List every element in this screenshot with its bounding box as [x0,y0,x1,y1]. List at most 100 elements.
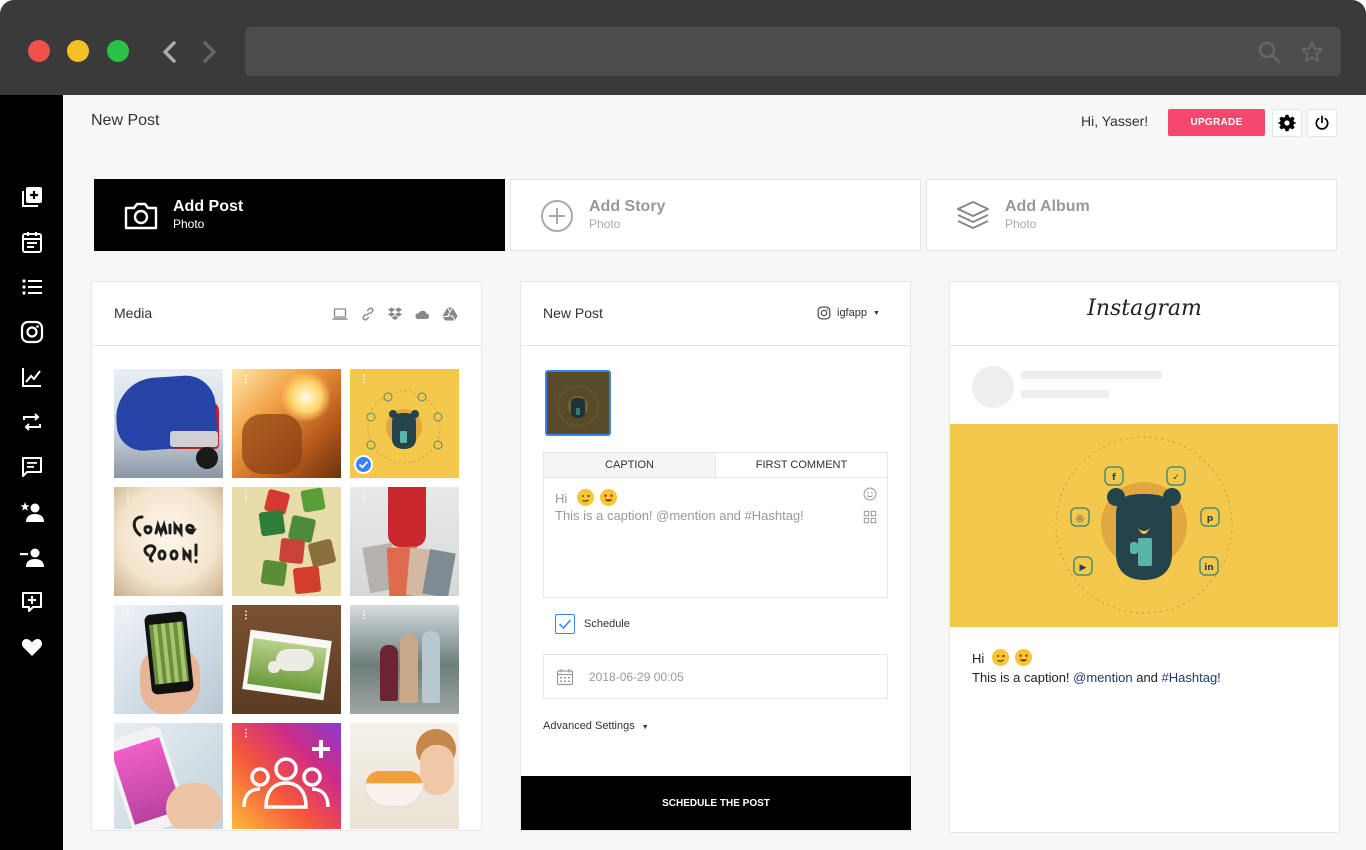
tab-add-album[interactable]: Add Album Photo [926,179,1337,251]
add-comment-icon[interactable] [20,590,44,614]
more-icon[interactable]: ⋮ [241,375,251,385]
instagram-icon[interactable] [20,320,44,344]
location-placeholder [1021,390,1109,398]
media-thumb-sheep-photo[interactable]: ⋮ [232,605,341,714]
maximize-window-button[interactable] [107,40,129,62]
lettering-illustration [132,515,198,564]
media-thumb-street-fashion[interactable]: ⋮ [350,605,459,714]
address-bar[interactable] [245,27,1341,76]
logout-button[interactable] [1307,109,1337,137]
bear-logo-large: f ✓ ◎ p ▶ in [1055,436,1233,614]
media-thumb-car-interior[interactable]: ⋮ [232,369,341,478]
camera-icon [124,202,158,230]
laptop-icon[interactable] [332,306,348,322]
selected-check-icon [354,455,373,474]
forward-icon[interactable] [199,40,219,64]
more-icon[interactable]: ⋮ [241,493,251,503]
add-post-icon[interactable] [20,185,44,209]
calendar-icon[interactable] [20,230,44,254]
settings-button[interactable] [1272,109,1302,137]
heart-icon[interactable] [20,635,44,659]
onedrive-icon[interactable] [414,306,430,322]
tab-add-post[interactable]: Add Post Photo [94,179,505,251]
more-icon[interactable]: ⋮ [123,611,133,621]
tab-add-story[interactable]: Add Story Photo [510,179,921,251]
link-icon[interactable] [360,306,376,322]
media-thumb-shopping-bags[interactable]: ⋮ [350,487,459,596]
more-icon[interactable]: ⋮ [123,493,133,503]
selected-media-thumb[interactable] [545,370,611,436]
google-drive-icon[interactable] [442,306,458,322]
dropbox-icon[interactable] [387,306,403,322]
wink-emoji-icon [991,649,1009,666]
plus-circle-icon [541,200,573,232]
page-title: New Post [91,112,160,129]
account-selector[interactable]: igfapp ▼ [817,306,880,320]
media-thumb-car[interactable] [114,369,223,478]
more-icon[interactable]: ⋮ [241,729,251,739]
preview-hashtag-link[interactable]: #Hashtag! [1162,670,1221,685]
caret-down-icon: ▼ [872,309,880,317]
emoji-picker-icon[interactable] [863,487,877,501]
svg-text:f: f [1112,473,1116,483]
tab-first-comment[interactable]: FIRST COMMENT [716,453,887,477]
schedule-date-input[interactable]: 2018-06-29 00:05 [543,654,888,699]
media-thumb-social-cubes[interactable]: ⋮ [232,487,341,596]
main-content: New Post Hi, Yasser! UPGRADE Add Post Ph… [63,95,1366,850]
media-thumb-phone-in-hand[interactable]: ⋮ [114,605,223,714]
search-icon[interactable] [1257,40,1281,64]
repost-icon[interactable] [20,410,44,434]
schedule-post-button[interactable]: SCHEDULE THE POST [521,776,911,830]
user-greeting: Hi, Yasser! [1081,113,1149,129]
tab-subtitle: Photo [173,217,205,231]
schedule-checkbox[interactable] [555,614,575,634]
grid-icon[interactable] [863,510,877,524]
media-thumb-instagram-phone[interactable] [114,723,223,829]
schedule-date-value: 2018-06-29 00:05 [589,670,684,684]
more-icon[interactable]: ⋮ [359,493,369,503]
preview-caption-text: Hi [972,651,985,666]
preview-mention-link[interactable]: @mention [1073,670,1132,685]
media-thumb-kid-cereal[interactable] [350,723,459,829]
more-icon[interactable]: ⋮ [359,611,369,621]
tab-subtitle: Photo [589,217,621,231]
media-thumb-bear-selected[interactable]: ⋮ [350,369,459,478]
tab-title: Add Album [1005,198,1090,215]
heart-eyes-emoji-icon [599,489,617,506]
comments-icon[interactable] [20,455,44,479]
star-icon[interactable] [1300,40,1324,64]
compose-panel: New Post igfapp ▼ CAPTION FIRST COMMENT … [520,281,911,831]
follow-user-icon[interactable] [20,500,44,524]
tab-title: Add Story [589,198,666,215]
media-thumb-followers-graphic[interactable]: ⋮ [232,723,341,829]
back-icon[interactable] [160,40,180,64]
preview-caption-and: and [1132,670,1162,685]
upgrade-button[interactable]: UPGRADE [1168,109,1265,136]
instagram-small-icon [817,306,831,320]
tab-subtitle: Photo [1005,217,1037,231]
checkmark-icon [558,619,572,630]
caption-tabs: CAPTION FIRST COMMENT [543,452,888,478]
preview-panel-header: Instagram [950,282,1339,346]
minimize-window-button[interactable] [67,40,89,62]
tab-title: Add Post [173,198,244,215]
unfollow-user-icon[interactable] [20,545,44,569]
caption-line-1: Hi [555,489,617,506]
advanced-settings-label: Advanced Settings [543,720,635,732]
advanced-settings-toggle[interactable]: Advanced Settings ▼ [543,720,649,732]
caption-textarea[interactable]: Hi This is a caption! @mention and #Hash… [543,478,888,598]
compose-panel-title: New Post [543,305,603,321]
list-icon[interactable] [20,275,44,299]
instagram-logo: Instagram [1087,296,1202,321]
close-window-button[interactable] [28,40,50,62]
more-icon[interactable]: ⋮ [241,611,251,621]
more-icon[interactable]: ⋮ [359,375,369,385]
compose-panel-header: New Post igfapp ▼ [521,282,910,346]
calendar-small-icon [556,669,574,686]
account-name: igfapp [837,307,867,319]
power-icon [1315,115,1329,130]
avatar-placeholder [972,366,1014,408]
media-thumb-coming-soon[interactable]: ⋮ [114,487,223,596]
tab-caption[interactable]: CAPTION [544,453,716,477]
analytics-icon[interactable] [20,365,44,389]
